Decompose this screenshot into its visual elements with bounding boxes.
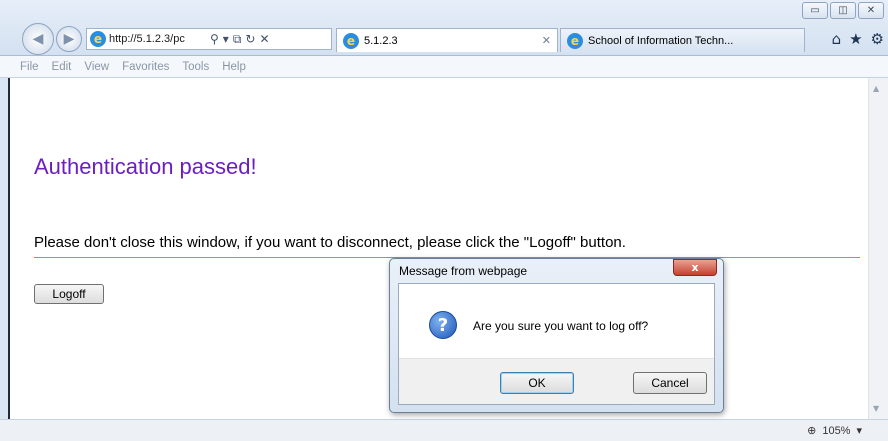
compatibility-icon[interactable]: ⧉ (233, 32, 242, 47)
gear-icon[interactable]: ⚙ (871, 30, 884, 48)
menu-item-view[interactable]: View (84, 61, 109, 73)
dialog-close-button[interactable]: x (673, 259, 717, 276)
menu-item-file[interactable]: File (20, 61, 39, 73)
zoom-icon: ⊕ (807, 425, 817, 437)
dialog-footer: OK Cancel (399, 358, 714, 404)
dialog-body: ? Are you sure you want to log off? OK C… (398, 283, 715, 405)
menu-item-edit[interactable]: Edit (52, 61, 72, 73)
dropdown-arrow-icon[interactable]: ▾ (223, 32, 229, 47)
chevron-down-icon[interactable]: ▾ (856, 424, 862, 437)
forward-arrow-icon: ▶ (63, 31, 75, 47)
address-bar[interactable]: e http://5.1.2.3/pc ⚲ ▾ ⧉ ↻ ✕ (86, 28, 332, 50)
message-dialog: Message from webpage x ? Are you sure yo… (389, 258, 724, 413)
menu-item-help[interactable]: Help (222, 61, 246, 73)
address-url[interactable]: http://5.1.2.3/pc (109, 33, 207, 45)
ok-button[interactable]: OK (500, 372, 574, 394)
stop-icon[interactable]: ✕ (259, 32, 269, 47)
refresh-icon[interactable]: ↻ (245, 32, 255, 47)
logoff-button[interactable]: Logoff (34, 284, 104, 304)
tab-close-icon[interactable]: ✕ (542, 34, 551, 47)
status-bar: ⊕ 105% ▾ (0, 419, 888, 441)
zoom-control[interactable]: ⊕ 105% ▾ (807, 424, 862, 438)
ie-page-icon: e (90, 31, 106, 47)
scroll-down-icon[interactable]: ▼ (873, 404, 879, 413)
cancel-button[interactable]: Cancel (633, 372, 707, 394)
menu-item-favorites[interactable]: Favorites (122, 61, 169, 73)
star-icon[interactable]: ★ (849, 30, 862, 48)
tab-inactive[interactable]: e School of Information Techn... (560, 28, 805, 52)
close-icon[interactable]: ✕ (858, 2, 884, 19)
minimize-icon[interactable]: ▭ (802, 2, 828, 19)
window-controls: ▭ ◫ ✕ (802, 2, 884, 19)
dialog-message: Are you sure you want to log off? (473, 319, 649, 333)
browser-tools: ⌂ ★ ⚙ (832, 30, 884, 48)
instruction-text: Please don't close this window, if you w… (34, 234, 626, 251)
tab-active[interactable]: e 5.1.2.3 ✕ (336, 28, 558, 52)
ie-tab-icon: e (343, 32, 359, 49)
back-button[interactable]: ◀ (22, 23, 54, 55)
vertical-scrollbar[interactable]: ▲ ▼ (868, 78, 888, 419)
search-icon[interactable]: ⚲ (210, 32, 219, 47)
zoom-level: 105% (822, 424, 851, 437)
forward-button[interactable]: ▶ (56, 26, 82, 52)
tab-title: 5.1.2.3 (364, 34, 398, 47)
page-heading: Authentication passed! (34, 154, 257, 179)
scroll-up-icon[interactable]: ▲ (873, 84, 879, 93)
dialog-title: Message from webpage (399, 264, 528, 278)
ie-tab-icon: e (567, 32, 583, 49)
menu-item-tools[interactable]: Tools (182, 61, 209, 73)
back-arrow-icon: ◀ (32, 31, 44, 47)
question-icon: ? (429, 311, 457, 339)
window-titlebar: ▭ ◫ ✕ ◀ ▶ e http://5.1.2.3/pc ⚲ ▾ ⧉ ↻ ✕ … (0, 0, 888, 56)
home-icon[interactable]: ⌂ (832, 30, 842, 48)
restore-icon[interactable]: ◫ (830, 2, 856, 19)
tab-title: School of Information Techn... (588, 34, 734, 47)
address-tools: ⚲ ▾ ⧉ ↻ ✕ (210, 32, 270, 47)
menu-bar: File Edit View Favorites Tools Help (0, 56, 888, 78)
navigation-row: ◀ ▶ e http://5.1.2.3/pc ⚲ ▾ ⧉ ↻ ✕ e 5.1.… (10, 23, 888, 55)
